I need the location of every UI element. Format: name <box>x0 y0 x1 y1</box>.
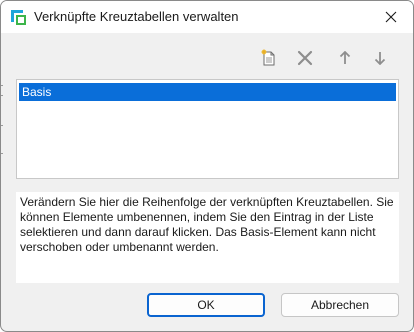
close-button[interactable] <box>369 1 413 33</box>
left-edge-marks <box>1 85 3 155</box>
delete-button[interactable] <box>293 46 317 70</box>
title-bar[interactable]: Verknüpfte Kreuztabellen verwalten <box>1 1 413 33</box>
new-document-icon <box>261 49 275 66</box>
delete-x-icon <box>297 50 313 66</box>
ok-button[interactable]: OK <box>147 293 265 317</box>
move-up-button[interactable] <box>333 46 357 70</box>
arrow-down-icon <box>374 52 386 65</box>
move-down-button[interactable] <box>368 46 392 70</box>
window-title: Verknüpfte Kreuztabellen verwalten <box>34 9 239 24</box>
app-icon <box>11 10 26 25</box>
cancel-button[interactable]: Abbrechen <box>281 293 399 317</box>
new-item-button[interactable] <box>257 46 281 70</box>
arrow-up-icon <box>339 51 351 64</box>
linked-tables-list[interactable]: Basis <box>16 79 399 179</box>
list-item-basis[interactable]: Basis <box>19 83 396 101</box>
dialog-window: Verknüpfte Kreuztabellen verwalten Basis… <box>0 0 414 332</box>
description-text: Verändern Sie hier die Reihenfolge der v… <box>16 192 399 283</box>
close-icon <box>385 11 397 23</box>
